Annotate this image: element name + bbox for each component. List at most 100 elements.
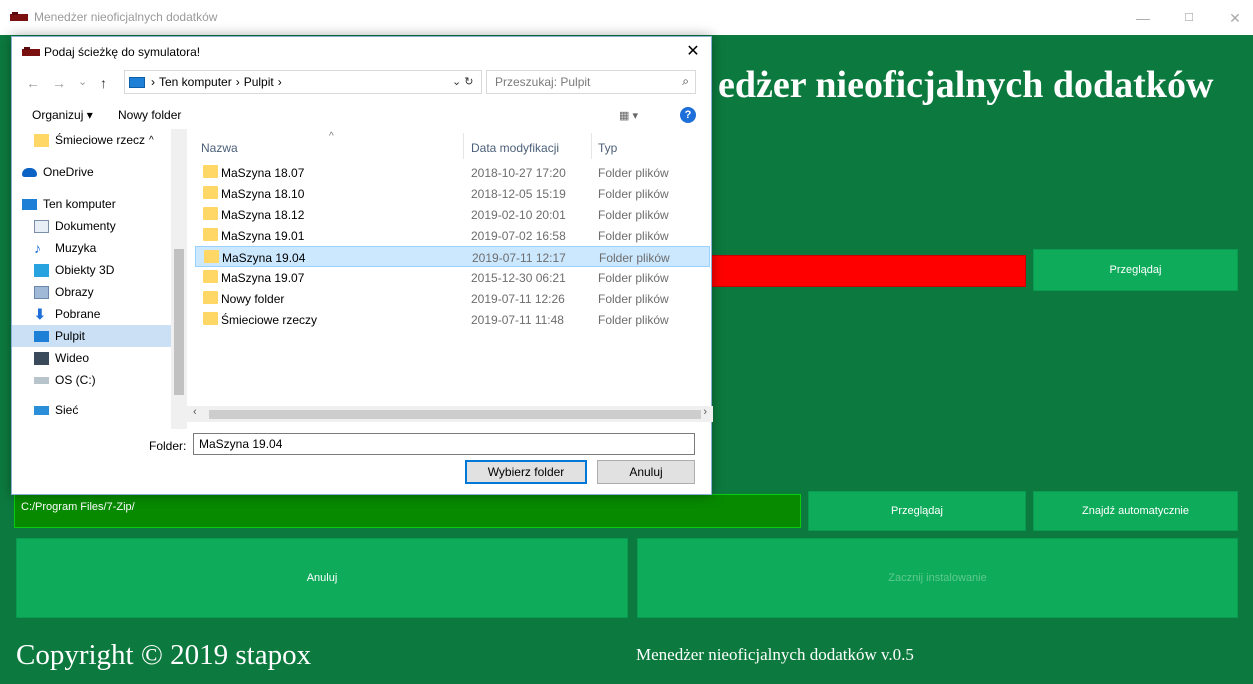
close-button[interactable]: ✕ bbox=[1220, 8, 1250, 28]
nav-item-desktop[interactable]: Pulpit bbox=[12, 325, 171, 347]
download-icon: ⬇ bbox=[34, 305, 46, 322]
music-icon: ♪ bbox=[34, 239, 41, 256]
browse-bottom-button[interactable]: Przeglądaj bbox=[808, 491, 1026, 531]
nav-item-music[interactable]: ♪ Muzyka bbox=[12, 237, 171, 259]
recent-dropdown-button[interactable]: ⌄ bbox=[78, 75, 87, 88]
file-list: Nazwa ^ Data modyfikacji Typ MaSzyna 18.… bbox=[195, 129, 710, 429]
file-row-selected[interactable]: MaSzyna 19.04 2019-07-11 12:17 Folder pl… bbox=[195, 246, 710, 267]
scroll-right-arrow-icon[interactable]: › bbox=[703, 406, 707, 418]
select-folder-button[interactable]: Wybierz folder bbox=[465, 460, 587, 484]
file-row[interactable]: Śmieciowe rzeczy 2019-07-11 11:48 Folder… bbox=[195, 309, 710, 330]
breadcrumb-sep: › bbox=[277, 75, 282, 89]
nav-item-trash-folder[interactable]: Śmieciowe rzecz ^ bbox=[12, 129, 171, 151]
file-name: MaSzyna 18.10 bbox=[221, 187, 305, 201]
folder-icon bbox=[203, 207, 218, 220]
nav-item-this-pc[interactable]: Ten komputer bbox=[12, 193, 171, 215]
search-icon: ⌕ bbox=[682, 74, 689, 88]
maximize-button[interactable]: ☐ bbox=[1174, 8, 1204, 28]
sort-arrow-icon: ^ bbox=[329, 131, 334, 142]
nav-item-pictures[interactable]: Obrazy bbox=[12, 281, 171, 303]
install-button[interactable]: Zacznij instalowanie bbox=[637, 538, 1238, 618]
column-divider[interactable] bbox=[591, 133, 592, 159]
browse-top-button[interactable]: Przeglądaj bbox=[1033, 249, 1238, 291]
app-heading: edżer nieoficjalnych dodatków bbox=[718, 64, 1214, 106]
nav-scrollbar[interactable] bbox=[171, 129, 187, 429]
nav-item-videos[interactable]: Wideo bbox=[12, 347, 171, 369]
file-row[interactable]: MaSzyna 19.07 2015-12-30 06:21 Folder pl… bbox=[195, 267, 710, 288]
minimize-button[interactable]: — bbox=[1128, 8, 1158, 28]
column-header-name[interactable]: Nazwa bbox=[201, 141, 238, 155]
folder-input[interactable]: MaSzyna 19.04 bbox=[193, 433, 695, 455]
cancel-button[interactable]: Anuluj bbox=[16, 538, 628, 618]
locomotive-icon bbox=[10, 12, 28, 21]
folder-icon bbox=[203, 312, 218, 325]
view-options-icon[interactable]: ▦ ▾ bbox=[619, 109, 638, 122]
file-name: MaSzyna 18.07 bbox=[221, 166, 305, 180]
window-title: Menedżer nieoficjalnych dodatków bbox=[34, 10, 218, 24]
collapse-arrow-icon[interactable]: ^ bbox=[149, 135, 154, 146]
navigation-pane: Śmieciowe rzecz ^ OneDrive Ten komputer … bbox=[12, 129, 187, 429]
dialog-toolbar: Organizuj ▾ Nowy folder ▦ ▾ ? bbox=[12, 101, 711, 129]
nav-item-label: Ten komputer bbox=[43, 197, 116, 211]
file-row[interactable]: MaSzyna 18.12 2019-02-10 20:01 Folder pl… bbox=[195, 204, 710, 225]
file-type: Folder plików bbox=[598, 229, 669, 243]
file-type: Folder plików bbox=[598, 313, 669, 327]
file-row[interactable]: MaSzyna 18.10 2018-12-05 15:19 Folder pl… bbox=[195, 183, 710, 204]
video-icon bbox=[34, 351, 49, 365]
auto-find-button[interactable]: Znajdź automatycznie bbox=[1033, 491, 1238, 531]
column-header-date[interactable]: Data modyfikacji bbox=[471, 141, 559, 155]
organize-button[interactable]: Organizuj ▾ bbox=[32, 108, 93, 122]
nav-item-3d-objects[interactable]: Obiekty 3D bbox=[12, 259, 171, 281]
file-type: Folder plików bbox=[598, 292, 669, 306]
dialog-cancel-button[interactable]: Anuluj bbox=[597, 460, 695, 484]
folder-icon bbox=[203, 165, 218, 178]
nav-item-label: OneDrive bbox=[43, 165, 94, 179]
file-type: Folder plików bbox=[598, 166, 669, 180]
dialog-close-button[interactable]: ✕ bbox=[681, 41, 705, 63]
version-text: Menedżer nieoficjalnych dodatków v.0.5 bbox=[636, 645, 914, 664]
breadcrumb-desktop[interactable]: Pulpit bbox=[244, 75, 274, 89]
breadcrumb-this-pc[interactable]: Ten komputer bbox=[159, 75, 232, 89]
file-date: 2015-12-30 06:21 bbox=[471, 271, 566, 285]
file-date: 2019-07-11 12:26 bbox=[471, 292, 565, 306]
address-bar[interactable]: › Ten komputer › Pulpit › bbox=[124, 70, 482, 94]
up-button[interactable]: ↑ bbox=[100, 75, 107, 91]
scroll-left-arrow-icon[interactable]: ‹ bbox=[193, 406, 197, 418]
error-path-field[interactable] bbox=[700, 255, 1026, 287]
nav-item-label: Wideo bbox=[55, 351, 90, 365]
locomotive-icon bbox=[22, 47, 40, 56]
refresh-button[interactable]: ⌄ ↻ bbox=[452, 75, 474, 88]
forward-button[interactable]: → bbox=[52, 75, 66, 91]
column-header-type[interactable]: Typ bbox=[598, 141, 617, 155]
file-row[interactable]: MaSzyna 19.01 2019-07-02 16:58 Folder pl… bbox=[195, 225, 710, 246]
cube-icon bbox=[34, 263, 49, 277]
nav-item-documents[interactable]: Dokumenty bbox=[12, 215, 171, 237]
nav-item-downloads[interactable]: ⬇ Pobrane bbox=[12, 303, 171, 325]
search-input[interactable]: Przeszukaj: Pulpit ⌕ bbox=[486, 70, 696, 94]
file-date: 2018-10-27 17:20 bbox=[471, 166, 566, 180]
file-date: 2019-07-02 16:58 bbox=[471, 229, 566, 243]
nav-item-label: Dokumenty bbox=[55, 219, 116, 233]
breadcrumb-sep: › bbox=[151, 75, 155, 89]
file-type: Folder plików bbox=[598, 208, 669, 222]
search-placeholder: Przeszukaj: Pulpit bbox=[495, 75, 591, 89]
copyright-text: Copyright © 2019 stapox bbox=[16, 639, 312, 671]
new-folder-button[interactable]: Nowy folder bbox=[118, 108, 181, 122]
back-button[interactable]: ← bbox=[26, 75, 40, 91]
nav-scrollbar-thumb[interactable] bbox=[174, 249, 184, 395]
address-row: ← → ⌄ ↑ › Ten komputer › Pulpit › ⌄ ↻ Pr… bbox=[12, 67, 711, 99]
file-date: 2019-07-11 11:48 bbox=[471, 313, 564, 327]
horizontal-scrollbar[interactable]: ‹ › bbox=[187, 406, 713, 422]
help-icon[interactable]: ? bbox=[680, 107, 696, 123]
nav-item-drive-c[interactable]: OS (C:) bbox=[12, 369, 171, 391]
nav-item-onedrive[interactable]: OneDrive bbox=[12, 161, 171, 183]
column-divider[interactable] bbox=[463, 133, 464, 159]
file-name: MaSzyna 18.12 bbox=[221, 208, 305, 222]
folder-label: Folder: bbox=[149, 439, 187, 453]
file-row[interactable]: Nowy folder 2019-07-11 12:26 Folder plik… bbox=[195, 288, 710, 309]
path-field[interactable]: C:/Program Files/7-Zip/ bbox=[14, 494, 801, 528]
file-row[interactable]: MaSzyna 18.07 2018-10-27 17:20 Folder pl… bbox=[195, 162, 710, 183]
horizontal-scrollbar-thumb[interactable] bbox=[209, 410, 701, 419]
file-type: Folder plików bbox=[599, 251, 670, 265]
nav-item-network[interactable]: Sieć bbox=[12, 399, 171, 421]
